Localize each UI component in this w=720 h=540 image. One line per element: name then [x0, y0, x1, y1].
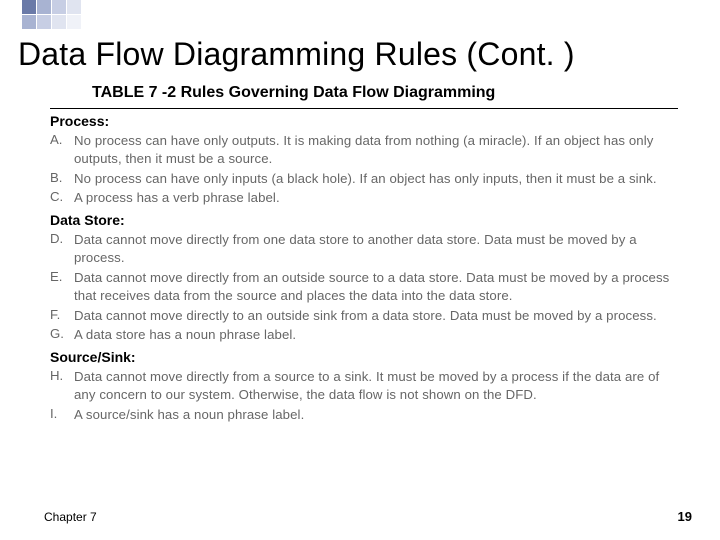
rule-letter: C.	[50, 189, 74, 207]
sq	[52, 15, 66, 29]
rule-text: Data cannot move directly to an outside …	[74, 307, 678, 325]
rule-letter: E.	[50, 269, 74, 305]
section-heading-datastore: Data Store:	[50, 208, 678, 230]
rule-row: D. Data cannot move directly from one da…	[50, 230, 678, 268]
rule-letter: H.	[50, 368, 74, 404]
footer-chapter: Chapter 7	[44, 510, 97, 524]
page-title: Data Flow Diagramming Rules (Cont. )	[18, 36, 575, 73]
rule-row: F. Data cannot move directly to an outsi…	[50, 306, 678, 326]
rule-text: No process can have only inputs (a black…	[74, 170, 678, 188]
rule-row: C. A process has a verb phrase label.	[50, 188, 678, 208]
rule-row: G. A data store has a noun phrase label.	[50, 325, 678, 345]
decor-row-1	[22, 0, 82, 15]
rule-letter: G.	[50, 326, 74, 344]
sq	[37, 15, 51, 29]
sq	[67, 0, 81, 14]
rule-text: Data cannot move directly from an outsid…	[74, 269, 678, 305]
section-heading-sourcesink: Source/Sink:	[50, 345, 678, 367]
rule-text: No process can have only outputs. It is …	[74, 132, 678, 168]
section-heading-process: Process:	[50, 109, 678, 131]
rule-text: A data store has a noun phrase label.	[74, 326, 678, 344]
decor-squares	[22, 0, 82, 30]
rule-letter: D.	[50, 231, 74, 267]
sq	[37, 0, 51, 14]
rule-text: Data cannot move directly from one data …	[74, 231, 678, 267]
sq	[22, 15, 36, 29]
sq	[67, 15, 81, 29]
decor-row-2	[22, 15, 82, 30]
rule-row: B. No process can have only inputs (a bl…	[50, 169, 678, 189]
rule-text: A source/sink has a noun phrase label.	[74, 406, 678, 424]
rule-row: E. Data cannot move directly from an out…	[50, 268, 678, 306]
rule-letter: A.	[50, 132, 74, 168]
rule-text: Data cannot move directly from a source …	[74, 368, 678, 404]
table-caption: TABLE 7 -2 Rules Governing Data Flow Dia…	[92, 84, 495, 102]
rules-table: Process: A. No process can have only out…	[50, 108, 678, 425]
sq	[52, 0, 66, 14]
rule-letter: I.	[50, 406, 74, 424]
rule-row: A. No process can have only outputs. It …	[50, 131, 678, 169]
rule-letter: F.	[50, 307, 74, 325]
footer-page-number: 19	[678, 509, 692, 524]
rule-letter: B.	[50, 170, 74, 188]
sq	[22, 0, 36, 14]
rule-text: A process has a verb phrase label.	[74, 189, 678, 207]
rule-row: H. Data cannot move directly from a sour…	[50, 367, 678, 405]
rule-row: I. A source/sink has a noun phrase label…	[50, 405, 678, 425]
